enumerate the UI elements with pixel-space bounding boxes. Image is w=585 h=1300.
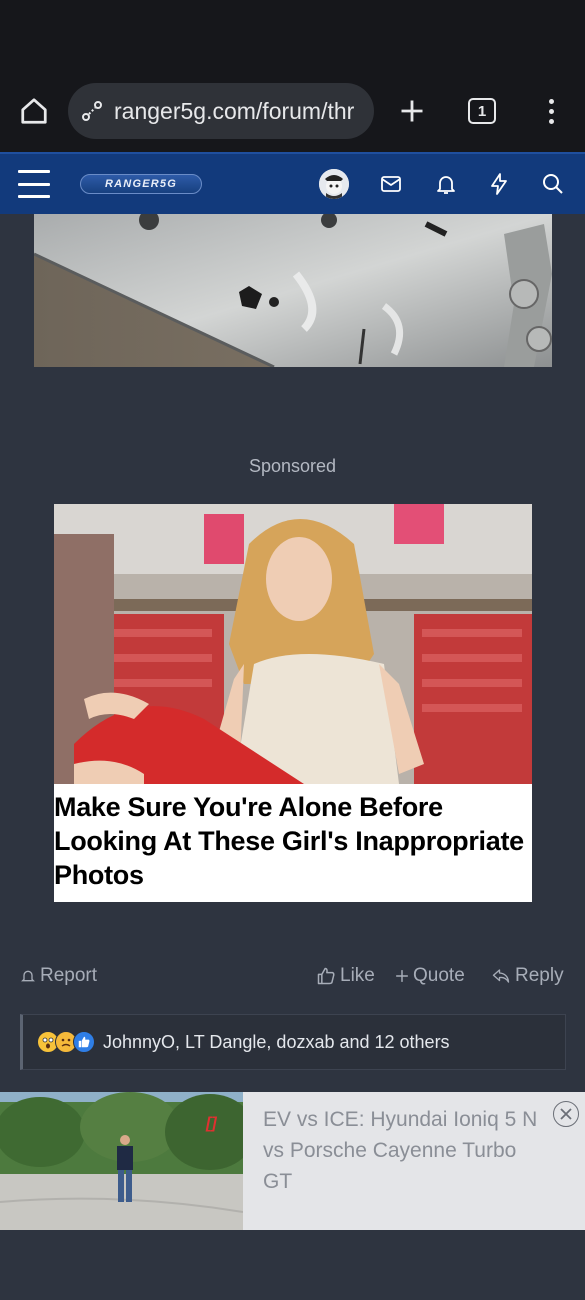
site-info-icon[interactable] xyxy=(78,97,106,125)
browser-menu-icon[interactable] xyxy=(536,91,566,131)
reply-label: Reply xyxy=(515,965,564,986)
tab-count: 1 xyxy=(477,102,487,120)
page-bottom-area xyxy=(0,1230,585,1300)
reply-button[interactable]: Reply xyxy=(491,965,564,987)
sponsored-label: Sponsored xyxy=(248,456,337,476)
video-badge: [] xyxy=(205,1115,217,1132)
close-icon[interactable] xyxy=(553,1101,579,1127)
reaction-icons xyxy=(37,1031,95,1053)
reactions-bar[interactable]: JohnnyO, LT Dangle, dozxab and 12 others xyxy=(20,1014,566,1070)
bell-icon[interactable] xyxy=(433,171,459,197)
report-label: Report xyxy=(40,965,98,986)
post-attachment-image[interactable] xyxy=(34,214,552,367)
like-label: Like xyxy=(340,965,375,986)
video-ad-title[interactable]: EV vs ICE: Hyundai Ioniq 5 N vs Porsche … xyxy=(263,1104,548,1197)
report-button[interactable]: Report xyxy=(20,965,97,987)
site-header: RANGER5G xyxy=(0,152,585,214)
browser-toolbar: ranger5g.com/forum/thr 1 xyxy=(0,70,585,152)
like-emoji-icon xyxy=(73,1031,95,1053)
quote-button[interactable]: Quote xyxy=(395,965,465,987)
sponsored-ad-card[interactable]: Make Sure You're Alone Before Looking At… xyxy=(54,504,532,902)
quote-label: Quote xyxy=(413,965,465,986)
inbox-icon[interactable] xyxy=(378,171,404,197)
address-bar[interactable]: ranger5g.com/forum/thr xyxy=(68,83,374,139)
post-actions: Report Like Quote Reply xyxy=(0,962,585,992)
status-bar xyxy=(0,0,585,70)
new-tab-icon[interactable] xyxy=(392,91,432,131)
logo-text: RANGER5G xyxy=(105,178,177,190)
ad-image[interactable] xyxy=(54,504,532,784)
video-ad-banner[interactable]: [] EV vs ICE: Hyundai Ioniq 5 N vs Porsc… xyxy=(0,1092,585,1230)
hamburger-menu-icon[interactable] xyxy=(18,170,50,198)
video-ad-thumbnail[interactable]: [] xyxy=(0,1092,243,1230)
search-icon[interactable] xyxy=(540,171,566,197)
home-icon[interactable] xyxy=(14,91,54,131)
site-logo[interactable]: RANGER5G xyxy=(80,174,202,194)
url-text: ranger5g.com/forum/thr xyxy=(114,97,355,124)
tab-switcher-button[interactable]: 1 xyxy=(468,98,496,124)
user-avatar[interactable] xyxy=(319,169,349,199)
reaction-users[interactable]: JohnnyO, LT Dangle, dozxab and 12 others xyxy=(103,1032,450,1053)
whats-new-bolt-icon[interactable] xyxy=(486,171,512,197)
ad-headline[interactable]: Make Sure You're Alone Before Looking At… xyxy=(54,790,532,892)
like-button[interactable]: Like xyxy=(316,965,375,987)
